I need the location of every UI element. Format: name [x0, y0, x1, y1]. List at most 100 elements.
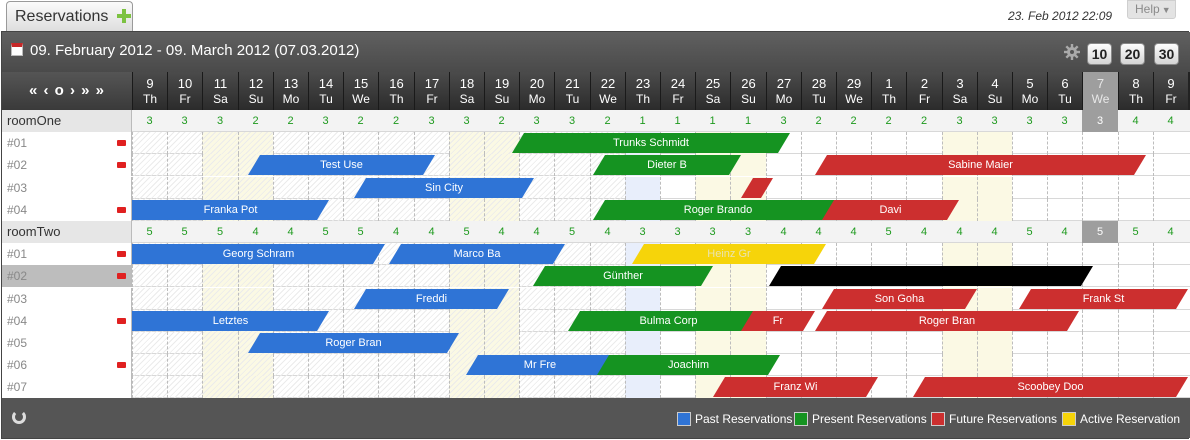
- grid-cell[interactable]: [273, 265, 308, 287]
- grid-cell[interactable]: [414, 265, 449, 287]
- grid-cell[interactable]: [308, 132, 343, 154]
- grid-cell[interactable]: [554, 177, 590, 199]
- grid-cell[interactable]: [625, 332, 660, 354]
- grid-cell[interactable]: [449, 310, 484, 332]
- flag-icon[interactable]: [117, 362, 126, 368]
- grid-cell[interactable]: [871, 132, 906, 154]
- grid-cell[interactable]: [343, 376, 378, 398]
- grid-cell[interactable]: [977, 132, 1012, 154]
- grid-cell[interactable]: [977, 354, 1012, 376]
- grid-cell[interactable]: [871, 354, 906, 376]
- grid-cell[interactable]: [273, 288, 308, 310]
- grid-cell[interactable]: [1153, 310, 1188, 332]
- grid-cell[interactable]: [1118, 132, 1153, 154]
- grid-cell[interactable]: [343, 310, 378, 332]
- grid-cell[interactable]: [871, 243, 906, 265]
- grid-cell[interactable]: [132, 154, 167, 176]
- grid-cell[interactable]: [801, 354, 836, 376]
- grid-cell[interactable]: [238, 177, 273, 199]
- grid-cell[interactable]: [343, 265, 378, 287]
- calendar-icon[interactable]: [11, 43, 23, 56]
- reservation-bar[interactable]: Mr Fre: [466, 355, 614, 375]
- grid-cell[interactable]: [1012, 354, 1047, 376]
- grid-cell[interactable]: [977, 243, 1012, 265]
- grid-cell[interactable]: [449, 154, 484, 176]
- grid-cell[interactable]: [343, 199, 378, 221]
- grid-cell[interactable]: [730, 332, 766, 354]
- grid-cell[interactable]: [695, 177, 730, 199]
- grid-cell[interactable]: [132, 354, 167, 376]
- flag-icon[interactable]: [117, 207, 126, 213]
- grid-cell[interactable]: [836, 243, 871, 265]
- grid-cell[interactable]: [238, 354, 273, 376]
- grid-cell[interactable]: [484, 199, 519, 221]
- grid-cell[interactable]: [1153, 199, 1188, 221]
- grid-cell[interactable]: [1082, 332, 1118, 354]
- grid-cell[interactable]: [167, 265, 202, 287]
- grid-cell[interactable]: [1118, 199, 1153, 221]
- grid-cell[interactable]: [836, 132, 871, 154]
- reservation-bar[interactable]: Bulma Corp: [568, 311, 769, 331]
- reservation-bar[interactable]: Günther: [533, 266, 713, 286]
- grid-cell[interactable]: [1012, 332, 1047, 354]
- grid-cell[interactable]: [1082, 177, 1118, 199]
- grid-cell[interactable]: [132, 332, 167, 354]
- grid-cell[interactable]: [273, 177, 308, 199]
- grid-cell[interactable]: [378, 310, 414, 332]
- grid-cell[interactable]: [167, 154, 202, 176]
- grid-cell[interactable]: [977, 332, 1012, 354]
- grid-cell[interactable]: [484, 310, 519, 332]
- grid-cell[interactable]: [449, 265, 484, 287]
- grid-cell[interactable]: [273, 354, 308, 376]
- reservation-bar[interactable]: Son Goha: [822, 289, 977, 309]
- grid-cell[interactable]: [766, 332, 801, 354]
- grid-cell[interactable]: [449, 199, 484, 221]
- grid-cell[interactable]: [202, 265, 238, 287]
- grid-cell[interactable]: [414, 376, 449, 398]
- zoom-10-button[interactable]: 10: [1087, 43, 1112, 65]
- gear-icon[interactable]: [1064, 44, 1080, 60]
- grid-cell[interactable]: [378, 354, 414, 376]
- grid-cell[interactable]: [202, 376, 238, 398]
- grid-cell[interactable]: [449, 376, 484, 398]
- grid-cell[interactable]: [378, 265, 414, 287]
- reservation-bar[interactable]: Trunks Schmidt: [512, 133, 790, 153]
- grid-cell[interactable]: [554, 288, 590, 310]
- grid-cell[interactable]: [378, 376, 414, 398]
- grid-cell[interactable]: [132, 177, 167, 199]
- reservation-bar[interactable]: Georg Schram: [132, 244, 385, 264]
- grid-cell[interactable]: [1082, 243, 1118, 265]
- grid-cell[interactable]: [414, 199, 449, 221]
- grid-cell[interactable]: [167, 354, 202, 376]
- grid-cell[interactable]: [484, 376, 519, 398]
- grid-cell[interactable]: [871, 332, 906, 354]
- grid-cell[interactable]: [1047, 177, 1082, 199]
- grid-cell[interactable]: [554, 332, 590, 354]
- grid-cell[interactable]: [1118, 354, 1153, 376]
- grid-cell[interactable]: [519, 310, 554, 332]
- reservation-bar[interactable]: Franka Pot: [132, 200, 329, 220]
- grid-cell[interactable]: [1047, 332, 1082, 354]
- grid-cell[interactable]: [167, 132, 202, 154]
- reservation-bar[interactable]: Sin City: [354, 178, 534, 198]
- reservation-bar[interactable]: Roger Bran: [815, 311, 1079, 331]
- grid-cell[interactable]: [1047, 199, 1082, 221]
- grid-cell[interactable]: [554, 154, 590, 176]
- grid-cell[interactable]: [132, 265, 167, 287]
- reservation-bar[interactable]: Roger Bran: [248, 333, 459, 353]
- grid-cell[interactable]: [414, 310, 449, 332]
- grid-cell[interactable]: [942, 132, 977, 154]
- grid-cell[interactable]: [730, 265, 766, 287]
- grid-cell[interactable]: [308, 265, 343, 287]
- reservation-bar[interactable]: Test Use: [248, 155, 435, 175]
- reservation-bar[interactable]: Heinz Gr: [632, 244, 826, 264]
- grid-cell[interactable]: [942, 332, 977, 354]
- grid-cell[interactable]: [1047, 354, 1082, 376]
- grid-cell[interactable]: [801, 177, 836, 199]
- reservation-bar[interactable]: Letztes: [132, 311, 329, 331]
- refresh-icon[interactable]: [12, 410, 26, 424]
- grid-cell[interactable]: [1153, 154, 1188, 176]
- grid-cell[interactable]: [202, 177, 238, 199]
- grid-cell[interactable]: [308, 354, 343, 376]
- grid-cell[interactable]: [308, 376, 343, 398]
